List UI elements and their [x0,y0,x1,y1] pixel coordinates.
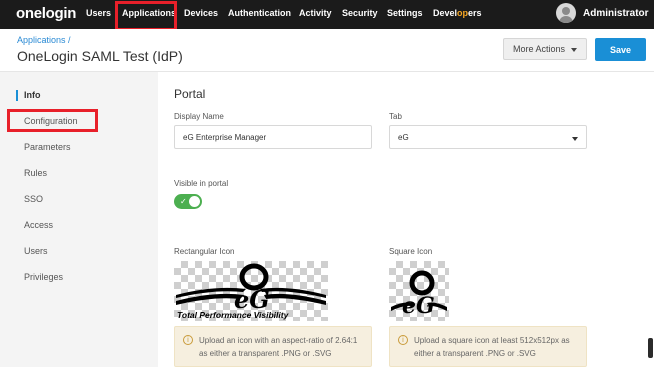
nav-settings[interactable]: Settings [387,8,423,18]
top-nav: onelogin Users Applications Devices Auth… [0,0,654,31]
tab-label: Tab [389,112,402,121]
rectangular-icon-info-text: Upload an icon with an aspect-ratio of 2… [199,336,358,358]
visible-in-portal-label: Visible in portal [174,179,229,188]
more-actions-label: More Actions [513,44,566,54]
tab-select-value: eG [398,133,409,142]
nav-developers-prefix: Devel [433,8,458,18]
more-actions-button[interactable]: More Actions [503,38,587,60]
applications-highlight-box [115,1,177,31]
main-content: Portal Display Name Tab eG Visible in po… [158,72,654,367]
square-icon-label: Square Icon [389,247,433,256]
sidebar-item-info[interactable]: Info [24,90,41,100]
sidebar-active-indicator [16,90,18,101]
tab-select[interactable]: eG [389,125,587,149]
sidebar-item-rules[interactable]: Rules [24,168,47,178]
sidebar-item-users[interactable]: Users [24,246,48,256]
onelogin-logo[interactable]: onelogin [16,5,76,22]
save-button[interactable]: Save [595,38,646,61]
square-icon-info-text: Upload a square icon at least 512x512px … [414,336,570,358]
sidebar: Info Configuration Parameters Rules SSO … [0,72,158,367]
sidebar-item-sso[interactable]: SSO [24,194,43,204]
nav-security[interactable]: Security [342,8,378,18]
display-name-field[interactable] [174,125,372,149]
toggle-knob [189,196,200,207]
rectangular-icon-preview[interactable]: eG Total Performance Visibility [174,261,328,321]
sidebar-item-access[interactable]: Access [24,220,53,230]
display-name-label: Display Name [174,112,224,121]
nav-users[interactable]: Users [86,8,111,18]
chevron-down-icon [572,137,578,141]
nav-devices[interactable]: Devices [184,8,218,18]
nav-activity[interactable]: Activity [299,8,332,18]
avatar-icon [556,3,576,23]
info-icon: i [183,335,193,345]
nav-developers-highlight: op [457,8,469,18]
nav-developers[interactable]: Developers [433,8,482,18]
sidebar-item-parameters[interactable]: Parameters [24,142,71,152]
page-title: OneLogin SAML Test (IdP) [17,48,183,64]
chevron-down-icon [571,48,577,52]
nav-developers-suffix: ers [468,8,482,18]
check-icon: ✓ [180,197,187,206]
breadcrumb[interactable]: Applications / [17,35,71,45]
square-icon-preview[interactable]: eG [389,261,449,321]
user-name: Administrator [583,8,649,19]
rectangular-icon-label: Rectangular Icon [174,247,235,256]
square-icon-info: i Upload a square icon at least 512x512p… [389,326,587,367]
scrollbar[interactable] [648,338,653,358]
portal-section-title: Portal [174,87,206,101]
info-icon: i [398,335,408,345]
visible-in-portal-toggle[interactable]: ✓ [174,194,202,209]
page-header: Applications / OneLogin SAML Test (IdP) … [0,29,654,72]
nav-authentication[interactable]: Authentication [228,8,291,18]
sidebar-item-privileges[interactable]: Privileges [24,272,63,282]
rectangular-icon-info: i Upload an icon with an aspect-ratio of… [174,326,372,367]
rectangular-icon-tagline: Total Performance Visibility [177,310,289,320]
svg-text:eG: eG [402,293,435,319]
eg-logo-square-icon: eG [391,270,447,319]
configuration-highlight-box [7,109,98,132]
